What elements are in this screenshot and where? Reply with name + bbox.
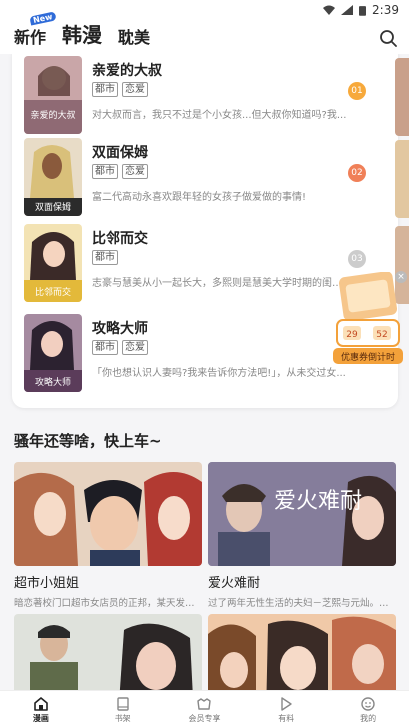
promo-label: 优惠券倒计时 — [341, 351, 395, 363]
cover-image: 双面保姆 — [24, 138, 82, 216]
nav-label: 我的 — [360, 713, 377, 723]
comic-title: 攻略大师 — [92, 321, 148, 337]
coupon-countdown-promo[interactable]: 29 52 优惠券倒计时 — [333, 271, 403, 364]
signal-icon — [341, 5, 354, 15]
nav-label: 会员专享 — [188, 713, 221, 723]
comic-title: 双面保姆 — [92, 145, 148, 161]
nav-item-manga[interactable]: 漫画 — [11, 696, 71, 724]
comic-description: 对大叔而言，我只不过是个小女孩...但大叔你知道吗?我... — [92, 110, 347, 121]
next-page-peek — [395, 58, 409, 136]
tab-new-label: 新作 — [14, 28, 47, 47]
cover-image — [14, 462, 202, 566]
ranking-item[interactable]: 攻略大师 攻略大师 都市 恋爱 「你也想认识人妻吗?我来告诉你方法吧!」，从未交… — [12, 314, 382, 396]
tag: 都市 — [92, 250, 118, 265]
comic-title: 爱火难耐 — [208, 576, 261, 591]
comic-description: 「你也想认识人妻吗?我来告诉你方法吧!」，从未交过女... — [92, 368, 346, 379]
nav-item-profile[interactable]: 我的 — [338, 696, 398, 724]
top-nav: 新作 New 韩漫 耽美 — [0, 11, 409, 54]
section-title: 骚年还等啥，快上车~ — [14, 432, 162, 450]
nav-item-discover[interactable]: 有料 — [256, 696, 316, 724]
next-page-peek — [395, 140, 409, 218]
ranking-item[interactable]: 亲爱的大叔 亲爱的大叔 都市 恋爱 对大叔而言，我只不过是个小女孩...但大叔你… — [12, 56, 382, 138]
comic-title: 亲爱的大叔 — [92, 63, 162, 79]
ranking-item[interactable]: 比邻而交 比邻而交 都市 志豪与慧美从小一起长大，多熙则是慧美大学时期的闺蜜..… — [12, 224, 382, 306]
tab-bl[interactable]: 耽美 — [118, 24, 150, 48]
vip-icon — [197, 697, 212, 710]
profile-icon — [361, 696, 375, 711]
tab-new[interactable]: 新作 New — [14, 11, 57, 48]
comic-card[interactable]: 超市小姐姐 暗恋著校门口超市女店员的正邦，某天发现... — [14, 462, 202, 609]
nav-label: 有料 — [278, 713, 295, 723]
tag: 都市 — [92, 340, 118, 355]
ranking-item[interactable]: 双面保姆 双面保姆 都市 恋爱 富二代高动永喜欢跟年轻的女孩子做爱做的事情! 0… — [12, 138, 382, 220]
bottom-nav: 漫画 书架 会员专享 有料 我的 — [0, 690, 409, 728]
nav-item-vip[interactable]: 会员专享 — [174, 696, 234, 724]
comic-title: 超市小姐姐 — [14, 576, 80, 591]
status-bar: 2:39 — [0, 0, 409, 20]
home-icon — [34, 696, 48, 711]
comic-description: 志豪与慧美从小一起长大，多熙则是慧美大学时期的闺蜜... — [92, 278, 348, 289]
comic-card[interactable]: 爱火难耐 爱火难耐 过了两年无性生活的夫妇－芝熙与元灿。随... — [208, 462, 396, 609]
cover-text: 爱火难耐 — [274, 489, 362, 514]
comic-description: 过了两年无性生活的夫妇－芝熙与元灿。随... — [208, 598, 396, 609]
rank-badge: 01 — [348, 82, 366, 100]
cover-text: 双面保姆 — [35, 201, 71, 213]
wifi-icon — [323, 5, 336, 15]
nav-item-bookshelf[interactable]: 书架 — [93, 696, 153, 724]
cover-text: 攻略大师 — [35, 376, 71, 388]
nav-label: 书架 — [114, 713, 131, 723]
tag: 恋爱 — [122, 164, 148, 179]
promo-minutes: 29 — [346, 330, 358, 340]
rank-badge: 02 — [348, 164, 366, 182]
cover-image: 亲爱的大叔 — [24, 56, 82, 134]
comic-description: 暗恋著校门口超市女店员的正邦，某天发现... — [14, 598, 202, 609]
comic-description: 富二代高动永喜欢跟年轻的女孩子做爱做的事情! — [92, 192, 307, 203]
cover-image: 比邻而交 — [24, 224, 82, 302]
cover-text: 比邻而交 — [35, 286, 71, 298]
bookshelf-icon — [116, 696, 129, 711]
promo-seconds: 52 — [376, 330, 387, 340]
cover-image: 爱火难耐 — [208, 462, 396, 566]
status-time: 2:39 — [372, 3, 399, 17]
cover-text: 亲爱的大叔 — [30, 109, 75, 121]
rank-badge: 03 — [348, 250, 366, 268]
battery-icon — [359, 5, 367, 16]
play-icon — [281, 696, 292, 711]
comic-title: 比邻而交 — [92, 231, 148, 247]
tab-korean-manga-label: 韩漫 — [62, 23, 103, 47]
tab-korean-manga[interactable]: 韩漫 — [62, 19, 102, 48]
tag: 恋爱 — [122, 340, 148, 355]
tag: 都市 — [92, 164, 118, 179]
nav-label: 漫画 — [32, 713, 49, 723]
promo-close-button[interactable]: × — [395, 271, 407, 283]
tag: 恋爱 — [122, 82, 148, 97]
search-icon[interactable] — [379, 29, 397, 47]
tab-bl-label: 耽美 — [118, 28, 151, 47]
cover-image: 攻略大师 — [24, 314, 82, 392]
tag: 都市 — [92, 82, 118, 97]
